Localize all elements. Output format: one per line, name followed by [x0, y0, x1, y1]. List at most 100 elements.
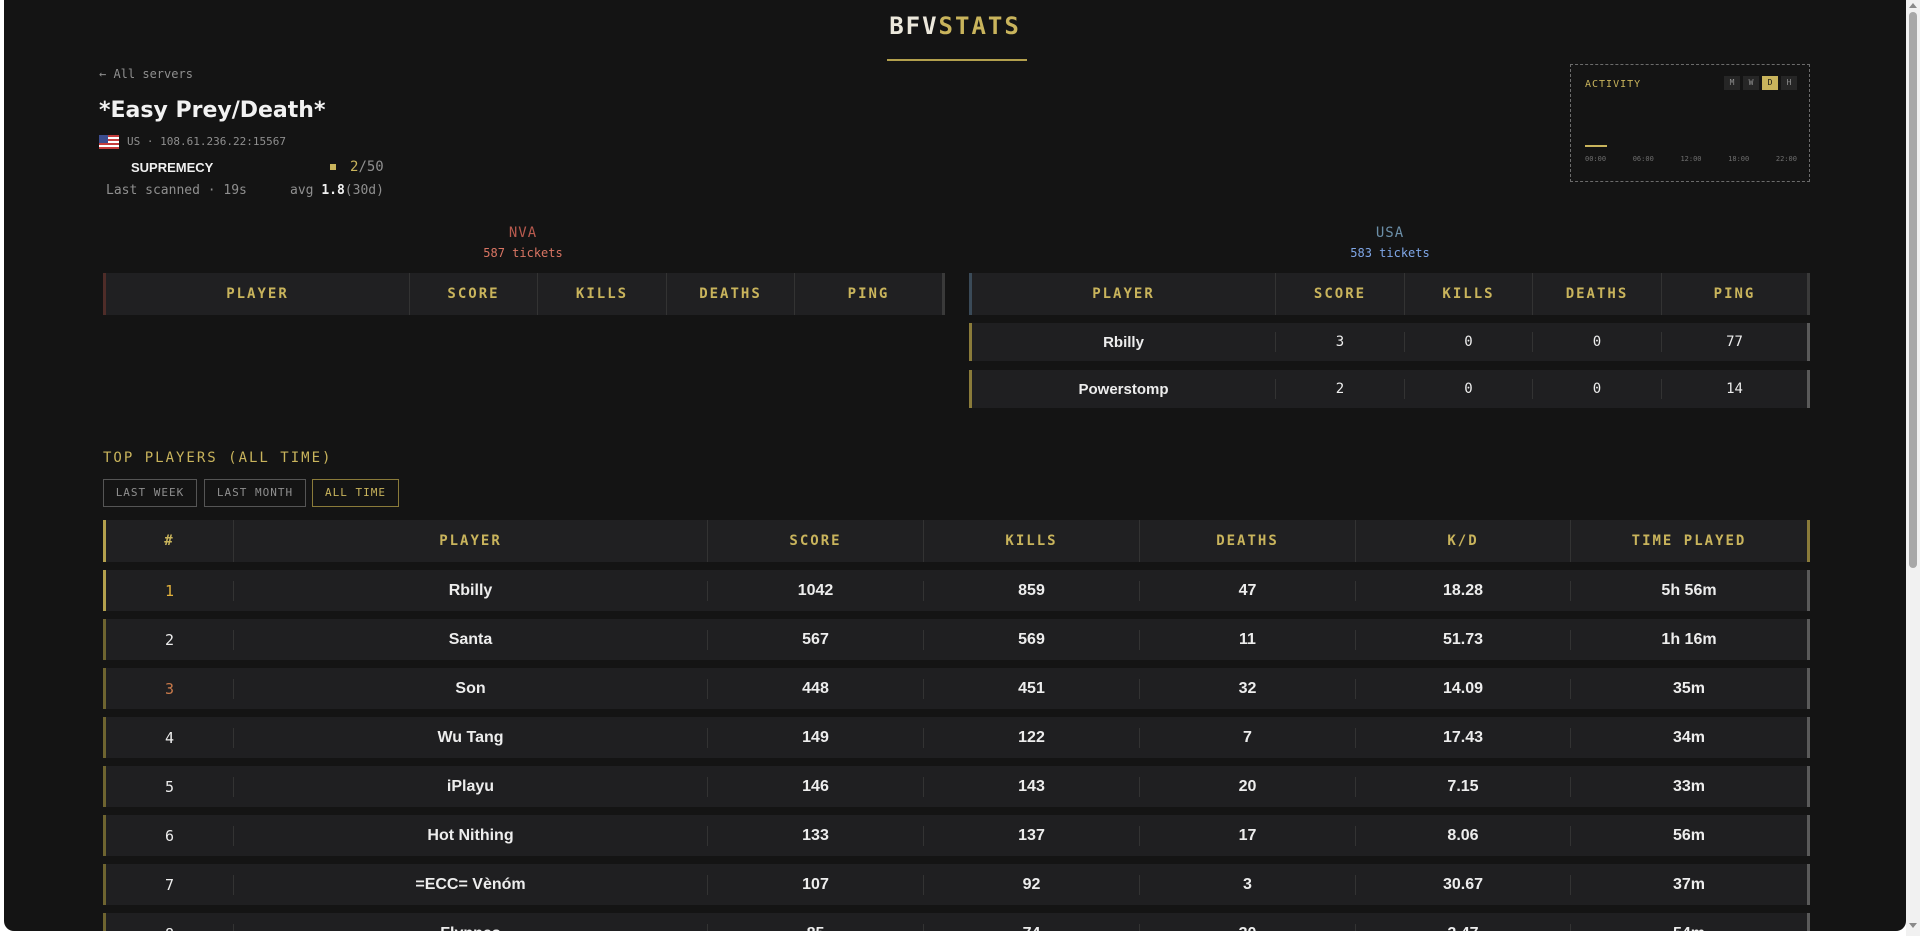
deaths: 20	[1140, 776, 1356, 797]
player-count-icon	[330, 164, 336, 170]
kills: 859	[924, 580, 1140, 601]
player-name[interactable]: iPlayu	[234, 776, 708, 797]
col-ping[interactable]: PING	[795, 273, 942, 315]
time-played: 56m	[1672, 826, 1706, 844]
team-nva-tickets: 587 tickets	[483, 246, 563, 260]
deaths: 30	[1140, 923, 1356, 931]
deaths: 3	[1140, 874, 1356, 895]
avg-label: avg	[290, 183, 314, 198]
player-name[interactable]: Powerstomp	[972, 379, 1276, 399]
leaderboard-row[interactable]: 8Flynnes8574302.4754m	[103, 913, 1810, 931]
player-name[interactable]: Wu Tang	[234, 727, 708, 748]
team-nva-name: NVA	[508, 225, 538, 241]
col-kills[interactable]: KILLS	[924, 520, 1140, 562]
col-deaths[interactable]: DEATHS	[1533, 273, 1662, 315]
activity-range-buttons: M W D H	[1724, 76, 1797, 90]
time-played: 1h 16m	[1661, 630, 1717, 648]
activity-range-w[interactable]: W	[1743, 76, 1759, 90]
col-player[interactable]: PLAYER	[234, 520, 708, 562]
player-name[interactable]: Rbilly	[234, 580, 708, 601]
rank: 4	[106, 727, 234, 748]
avg-value: 1.8	[321, 183, 345, 198]
time-played: 5h 56m	[1661, 581, 1717, 599]
score: 107	[708, 874, 924, 895]
page: BFVSTATS ← All servers *Easy Prey/Death*…	[4, 0, 1906, 931]
logo-part-2: STATS	[938, 12, 1021, 40]
col-kills[interactable]: KILLS	[1405, 273, 1533, 315]
player-name[interactable]: =ECC= Vènóm	[234, 874, 708, 895]
scroll-up-icon[interactable]	[1909, 3, 1917, 8]
kills: 137	[924, 825, 1140, 846]
col-score[interactable]: SCORE	[410, 273, 538, 315]
player-name[interactable]: Flynnes	[234, 923, 708, 931]
activity-range-h[interactable]: H	[1781, 76, 1797, 90]
filter-last-week-button[interactable]: LAST WEEK	[103, 479, 197, 507]
col-ping[interactable]: PING	[1662, 273, 1807, 315]
player-kills: 0	[1405, 379, 1533, 399]
score: 85	[708, 923, 924, 931]
player-name[interactable]: Rbilly	[972, 332, 1276, 352]
time-played: 37m	[1672, 875, 1706, 893]
kd: 2.47	[1356, 923, 1571, 931]
col-deaths[interactable]: DEATHS	[667, 273, 795, 315]
scrollbar-thumb[interactable]	[1909, 12, 1917, 568]
site-logo[interactable]: BFVSTATS	[4, 12, 1906, 40]
deaths: 17	[1140, 825, 1356, 846]
kills: 74	[924, 923, 1140, 931]
kills: 569	[924, 629, 1140, 650]
filter-last-month-button[interactable]: LAST MONTH	[204, 479, 306, 507]
filter-all-time-button[interactable]: ALL TIME	[312, 479, 399, 507]
leaderboard-row[interactable]: 2 Santa 567 569 11 51.73 1h 16m	[103, 619, 1810, 660]
col-kills[interactable]: KILLS	[538, 273, 667, 315]
kd: 51.73	[1356, 629, 1571, 650]
deaths: 32	[1140, 678, 1356, 699]
rank: 3	[106, 678, 234, 699]
col-score[interactable]: SCORE	[708, 520, 924, 562]
player-count-max: /50	[358, 159, 384, 175]
activity-tick: 12:00	[1680, 155, 1702, 163]
col-rank[interactable]: #	[106, 520, 234, 562]
scroll-down-icon[interactable]	[1909, 923, 1917, 928]
player-score: 2	[1276, 379, 1405, 399]
score: 448	[708, 678, 924, 699]
player-name[interactable]: Son	[234, 678, 708, 699]
activity-chart: ACTIVITY M W D H 00:00 06:00 12:00 18:00…	[1570, 64, 1810, 182]
player-ping: 77	[1726, 334, 1743, 350]
page-scrollbar[interactable]	[1906, 0, 1920, 936]
leaderboard-row[interactable]: 6 Hot Nithing 133 137 17 8.06 56m	[103, 815, 1810, 856]
rank: 6	[106, 825, 234, 846]
team-nva-header: PLAYER SCORE KILLS DEATHS PING	[103, 273, 945, 315]
col-score[interactable]: SCORE	[1276, 273, 1405, 315]
top-players-title: TOP PLAYERS (ALL TIME)	[103, 450, 333, 466]
team-usa-name: USA	[1375, 225, 1405, 241]
activity-tick: 06:00	[1632, 155, 1654, 163]
team-usa-row[interactable]: Powerstomp 2 0 0 14	[969, 370, 1810, 408]
col-player[interactable]: PLAYER	[972, 273, 1276, 315]
activity-line	[1585, 145, 1607, 147]
leaderboard-row[interactable]: 5 iPlayu 146 143 20 7.15 33m	[103, 766, 1810, 807]
avg-period: (30d)	[344, 183, 384, 198]
logo-underline	[887, 59, 1027, 61]
team-usa-row[interactable]: Rbilly 3 0 0 77	[969, 323, 1810, 361]
kd: 18.28	[1356, 580, 1571, 601]
player-name[interactable]: Hot Nithing	[234, 825, 708, 846]
activity-range-m[interactable]: M	[1724, 76, 1740, 90]
leaderboard-row[interactable]: 4 Wu Tang 149 122 7 17.43 34m	[103, 717, 1810, 758]
leaderboard-row[interactable]: 3 Son 448 451 32 14.09 35m	[103, 668, 1810, 709]
col-time-played[interactable]: TIME PLAYED	[1571, 520, 1807, 562]
activity-tick: 22:00	[1775, 155, 1797, 163]
player-name[interactable]: Santa	[234, 629, 708, 650]
player-count: 2/50	[350, 159, 384, 175]
score: 149	[708, 727, 924, 748]
leaderboard-row[interactable]: 7 =ECC= Vènóm 107 92 3 30.67 37m	[103, 864, 1810, 905]
kills: 451	[924, 678, 1140, 699]
deaths: 7	[1140, 727, 1356, 748]
col-player[interactable]: PLAYER	[106, 273, 410, 315]
deaths: 47	[1140, 580, 1356, 601]
leaderboard-row[interactable]: 1 Rbilly 1042 859 47 18.28 5h 56m	[103, 570, 1810, 611]
col-deaths[interactable]: DEATHS	[1140, 520, 1356, 562]
back-to-servers-link[interactable]: ← All servers	[99, 67, 193, 81]
activity-range-d[interactable]: D	[1762, 76, 1778, 90]
map-name: SUPREMECY	[131, 160, 214, 175]
col-kd[interactable]: K/D	[1356, 520, 1571, 562]
